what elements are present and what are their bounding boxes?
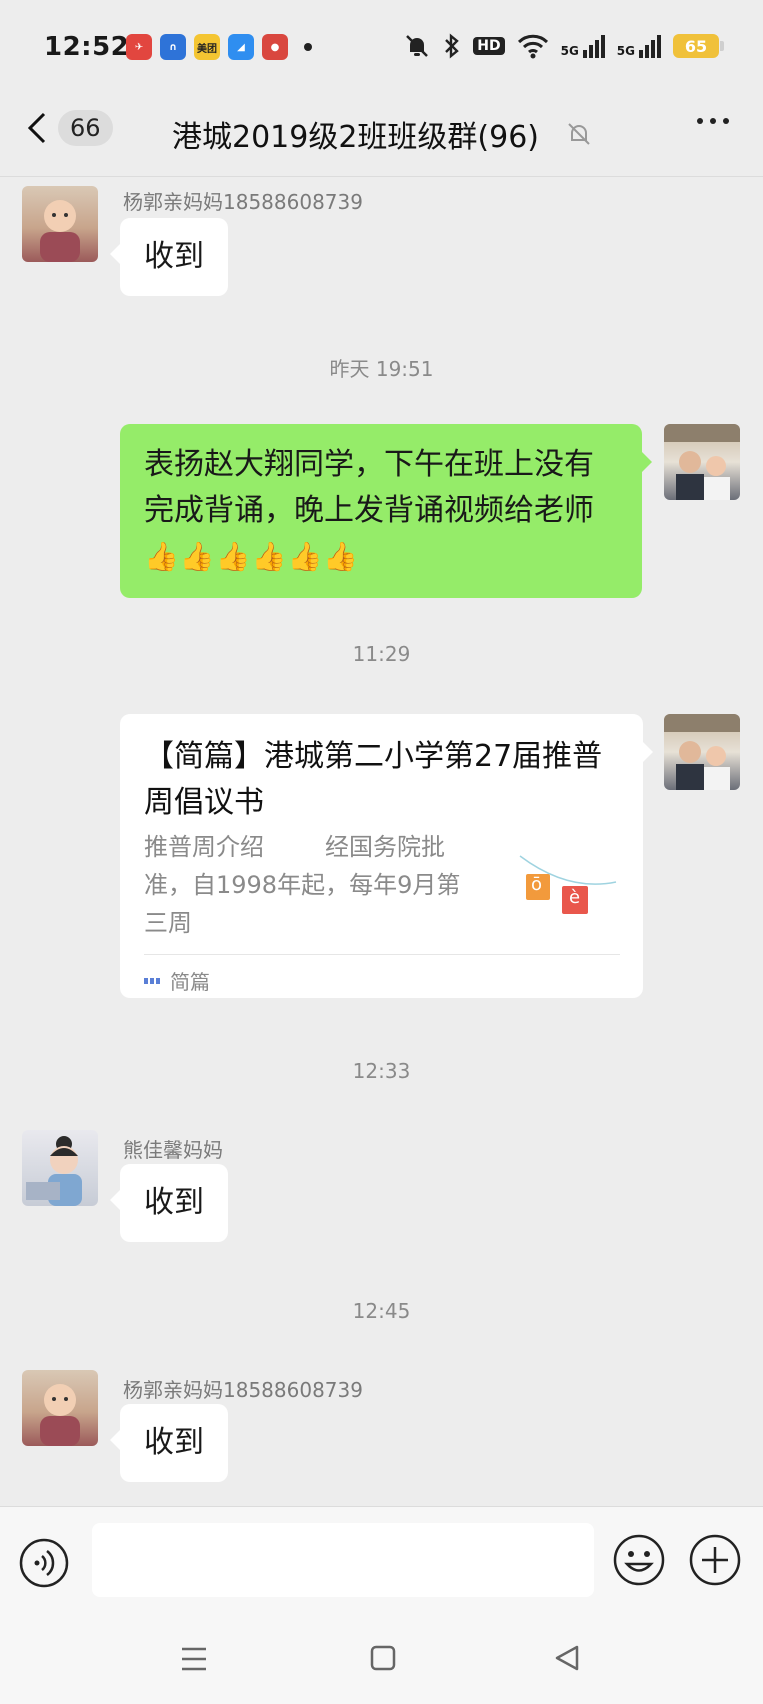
timestamp: 12:33 (352, 1059, 411, 1083)
app-icon-2: ∩ (160, 34, 186, 60)
avatar-self[interactable] (664, 424, 740, 500)
card-divider (144, 954, 620, 955)
system-nav-bar (0, 1616, 763, 1704)
link-card-message[interactable]: 【简篇】港城第二小学第27届推普周倡议书 推普周介绍 经国务院批准，自1998年… (120, 714, 653, 998)
thumbs-up-emoji: 👍👍👍👍👍👍 (144, 540, 360, 573)
child-photo (40, 200, 80, 262)
back-triangle-icon[interactable] (554, 1644, 580, 1672)
bluetooth-icon (445, 33, 460, 59)
hd-icon: HD (473, 37, 505, 55)
chat-header: 66 港城2019级2班班级群(96) (0, 90, 763, 177)
signal-5g-icon-1: 5G (561, 34, 605, 58)
meituan-app-icon: 美团 (194, 34, 220, 60)
sender-name: 熊佳馨妈妈 (123, 1138, 223, 1162)
status-bar: 12:52 ✈ ∩ 美团 ◢ ● HD 5G 5G 65 (0, 0, 763, 90)
card-source-label: 简篇 (170, 970, 210, 994)
unread-count-badge: 66 (58, 110, 113, 146)
card-description: 推普周介绍 经国务院批准，自1998年起，每年9月第三周 (144, 833, 461, 937)
couple-photo (664, 424, 740, 500)
sender-name: 杨郭亲妈妈18588608739 (123, 190, 363, 214)
voice-input-icon[interactable] (18, 1537, 70, 1589)
card-source: 简篇 (144, 966, 210, 995)
message-bubble-incoming[interactable]: 收到 (110, 1404, 228, 1482)
timestamp: 12:45 (352, 1299, 411, 1323)
avatar-xiong-jiaxin-mother[interactable] (22, 1130, 98, 1206)
message-input[interactable] (92, 1523, 594, 1597)
message-bubble-incoming[interactable]: 收到 (110, 218, 228, 296)
avatar-self[interactable] (664, 714, 740, 790)
avatar-yang-guoqin-mother[interactable] (22, 186, 98, 262)
notification-icons: ✈ ∩ 美团 ◢ ● (126, 34, 312, 60)
wifi-icon (517, 34, 548, 59)
message-bubble-outgoing[interactable]: 表扬赵大翔同学，下午在班上没有完成背诵，晚上发背诵视频给老师 👍👍👍👍👍👍 (120, 424, 652, 598)
emoji-icon[interactable] (612, 1533, 666, 1587)
message-bubble-incoming[interactable]: 收到 (110, 1164, 228, 1242)
battery-indicator: 65 (673, 34, 724, 58)
app-icon-4: ◢ (228, 34, 254, 60)
plus-icon[interactable] (688, 1533, 742, 1587)
thumb-letter: è (569, 887, 581, 908)
home-icon[interactable] (370, 1644, 396, 1672)
more-notifications-dot (304, 43, 312, 51)
sender-name: 杨郭亲妈妈18588608739 (123, 1378, 363, 1402)
mute-bell-icon (406, 35, 429, 57)
chevron-left-icon (27, 112, 46, 144)
couple-photo (664, 714, 740, 790)
card-thumbnail: ō è (518, 852, 618, 934)
message-input-bar (0, 1506, 763, 1617)
system-icons: HD 5G 5G 65 (403, 32, 724, 60)
menu-icon[interactable] (180, 1646, 208, 1672)
message-text: 表扬赵大翔同学，下午在班上没有完成背诵，晚上发背诵视频给老师 (144, 447, 594, 528)
back-button[interactable]: 66 (26, 110, 113, 146)
child-photo (40, 1384, 80, 1446)
avatar-yang-guoqin-mother[interactable] (22, 1370, 98, 1446)
card-title: 【简篇】港城第二小学第27届推普周倡议书 (144, 739, 603, 820)
timestamp: 11:29 (352, 642, 411, 666)
chat-title[interactable]: 港城2019级2班班级群(96) (172, 112, 539, 156)
status-time: 12:52 (44, 32, 130, 62)
signal-5g-icon-2: 5G (617, 34, 661, 58)
cartoon-girl-photo (26, 1136, 82, 1206)
timestamp: 昨天 19:51 (329, 357, 434, 381)
app-icon-1: ✈ (126, 34, 152, 60)
more-options-button[interactable] (697, 118, 729, 124)
app-icon-5: ● (262, 34, 288, 60)
thumb-letter: ō (531, 874, 543, 895)
jianpian-logo-icon (144, 977, 160, 984)
muted-notifications-icon (568, 123, 590, 145)
